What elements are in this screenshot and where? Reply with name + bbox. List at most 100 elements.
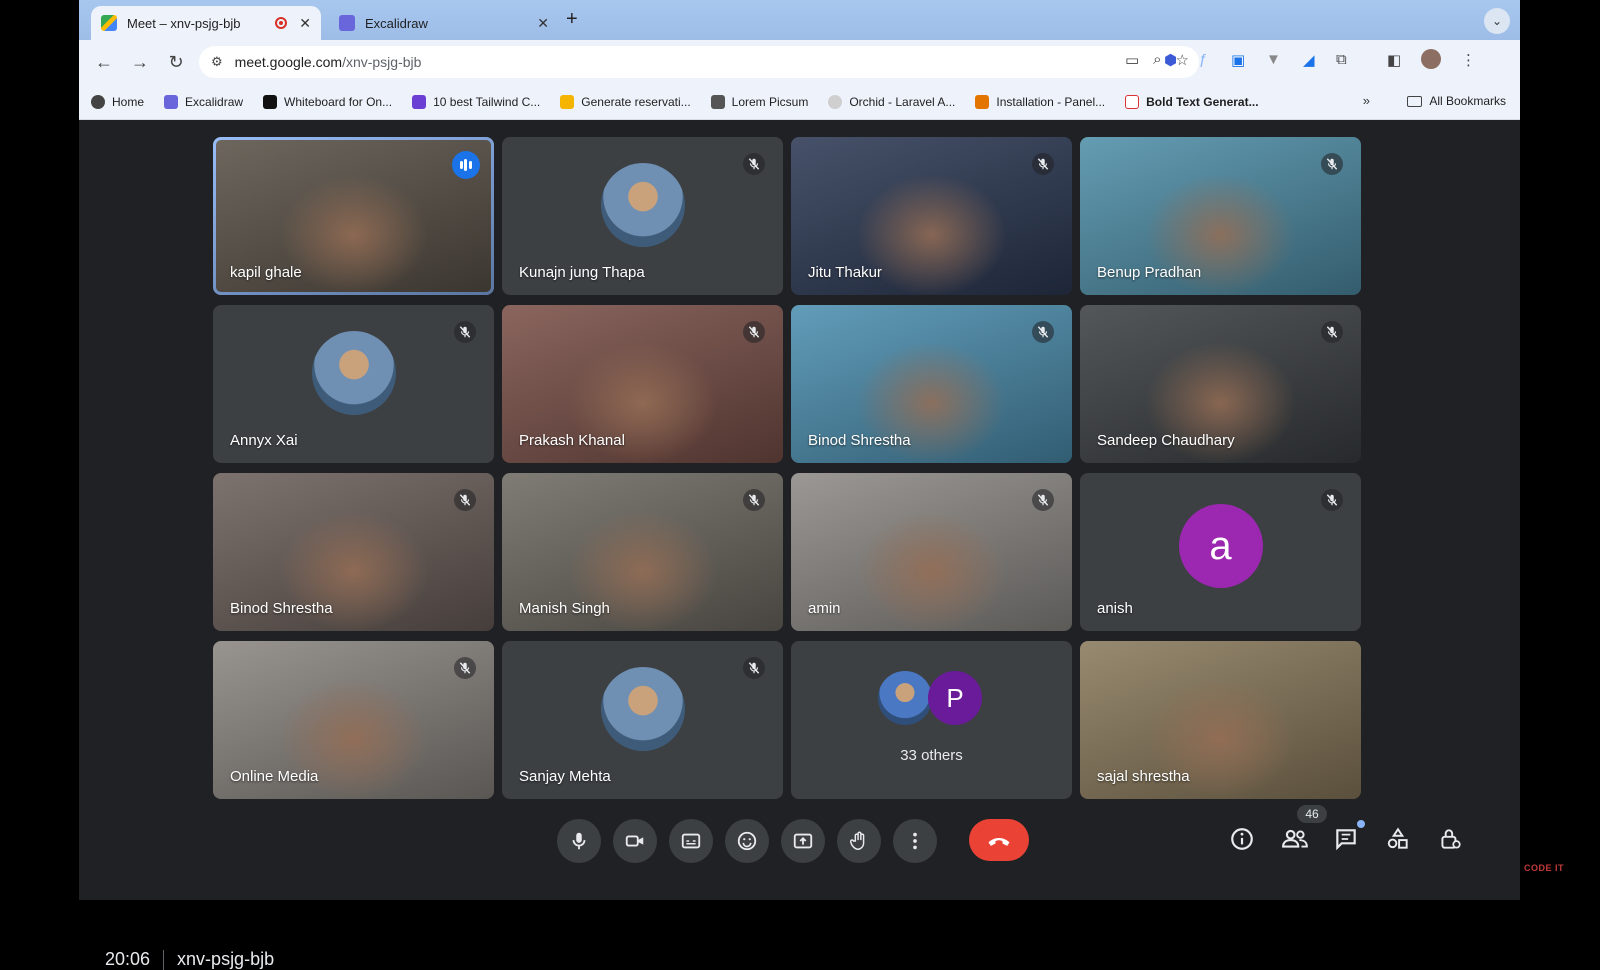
tab-title: Meet – xnv-psjg-bjb — [127, 15, 241, 31]
hang-up-icon — [988, 837, 1010, 846]
participant-tile[interactable]: Sandeep Chaudhary — [1080, 305, 1361, 463]
bookmark-item[interactable]: Generate reservati... — [560, 94, 691, 109]
new-tab-button[interactable]: + — [566, 8, 578, 31]
host-controls-button[interactable] — [1437, 826, 1465, 854]
meeting-code: xnv-psjg-bjb — [177, 949, 275, 969]
zoom-icon[interactable]: ⌕ — [1153, 51, 1161, 69]
present-button[interactable] — [781, 819, 825, 863]
muted-mic-icon — [1321, 153, 1343, 175]
participant-tile[interactable]: Sanjay Mehta — [502, 641, 783, 799]
shapes-icon — [1387, 827, 1408, 849]
participant-tile[interactable]: kapil ghale — [213, 137, 494, 295]
participant-tile[interactable]: Binod Shrestha — [791, 305, 1072, 463]
close-tab-icon[interactable]: ✕ — [537, 15, 549, 32]
muted-mic-icon — [454, 489, 476, 511]
more-bookmarks-icon[interactable]: » — [1363, 93, 1370, 108]
chat-button[interactable] — [1333, 826, 1361, 854]
raise-hand-button[interactable] — [837, 819, 881, 863]
participant-tile[interactable]: P 33 others — [791, 641, 1072, 799]
address-bar[interactable]: ⚙ meet.google.com/xnv-psjg-bjb ▭ ⌕ ☆ — [199, 46, 1199, 78]
participant-name: Sanjay Mehta — [519, 768, 611, 785]
bookmark-item[interactable]: 10 best Tailwind C... — [412, 94, 540, 109]
emoji-icon — [737, 831, 757, 851]
extension-icon[interactable]: ▼ — [1266, 51, 1281, 68]
tab-search-button[interactable]: ⌄ — [1484, 8, 1510, 34]
bookmark-icon — [91, 94, 105, 109]
participant-tile[interactable]: Prakash Khanal — [502, 305, 783, 463]
extension-icon[interactable]: ⬢ — [1164, 51, 1177, 69]
bookmarks-bar: Home Excalidraw Whiteboard for On... 10 … — [79, 84, 1520, 120]
participant-tile[interactable]: Kunajn jung Thapa — [502, 137, 783, 295]
bookmark-star-icon[interactable]: ☆ — [1176, 51, 1189, 69]
recording-icon — [275, 17, 288, 29]
extensions-puzzle-icon[interactable]: ⧉ — [1336, 51, 1347, 68]
all-bookmarks-button[interactable]: All Bookmarks — [1407, 94, 1506, 108]
participant-tile[interactable]: Benup Pradhan — [1080, 137, 1361, 295]
close-tab-icon[interactable]: ✕ — [299, 15, 311, 32]
bookmark-item[interactable]: Orchid - Laravel A... — [828, 94, 955, 109]
tab-meet[interactable]: Meet – xnv-psjg-bjb ✕ — [91, 6, 321, 40]
participant-tile[interactable]: Jitu Thakur — [791, 137, 1072, 295]
meet-stage: kapil ghale Kunajn jung Thapa Jitu Thakur B… — [79, 120, 1520, 970]
bookmark-icon — [560, 94, 575, 109]
extension-icon[interactable]: ▣ — [1231, 51, 1245, 69]
participant-tile[interactable]: Annyx Xai — [213, 305, 494, 463]
muted-mic-icon — [454, 321, 476, 343]
people-icon — [1282, 829, 1308, 848]
participant-tile[interactable]: Binod Shrestha — [213, 473, 494, 631]
tab-strip: Meet – xnv-psjg-bjb ✕ Excalidraw ✕ + ⌄ — [79, 0, 1520, 40]
bookmark-item[interactable]: Excalidraw — [164, 94, 243, 109]
profile-avatar[interactable] — [1421, 49, 1441, 69]
chat-icon — [1336, 829, 1356, 851]
reload-icon[interactable]: ↻ — [159, 52, 193, 73]
bookmark-item[interactable]: Whiteboard for On... — [263, 94, 392, 109]
participant-tile[interactable]: a anish — [1080, 473, 1361, 631]
tab-excalidraw[interactable]: Excalidraw ✕ — [329, 6, 559, 40]
back-icon[interactable]: ← — [87, 52, 121, 73]
microphone-button[interactable] — [557, 819, 601, 863]
captions-button[interactable] — [669, 819, 713, 863]
participant-tile[interactable]: Online Media — [213, 641, 494, 799]
site-info-icon[interactable]: ⚙ — [211, 54, 223, 70]
hand-icon — [850, 831, 865, 850]
camera-button[interactable] — [613, 819, 657, 863]
activities-button[interactable] — [1385, 826, 1413, 854]
participant-tile[interactable]: sajal shrestha — [1080, 641, 1361, 799]
muted-mic-icon — [1321, 489, 1343, 511]
leave-call-button[interactable] — [969, 819, 1029, 861]
participant-tile[interactable]: amin — [791, 473, 1072, 631]
info-icon — [1231, 828, 1253, 850]
participant-tile[interactable]: Manish Singh — [502, 473, 783, 631]
extension-icon[interactable]: ƒ — [1199, 51, 1207, 68]
others-count-label: 33 others — [900, 747, 963, 764]
meeting-details-button[interactable] — [1229, 826, 1257, 854]
forward-icon[interactable]: → — [123, 52, 157, 73]
speaking-indicator-icon — [452, 151, 480, 179]
participant-name: sajal shrestha — [1097, 768, 1190, 785]
participant-name: Kunajn jung Thapa — [519, 264, 645, 281]
extension-icon[interactable]: ◢ — [1303, 51, 1315, 69]
participant-name: amin — [808, 600, 841, 617]
bookmark-item[interactable]: Home — [91, 94, 144, 109]
bookmark-icon — [710, 94, 725, 109]
folder-icon — [1407, 95, 1423, 107]
participant-name: Online Media — [230, 768, 319, 785]
bookmark-item[interactable]: Bold Text Generat... — [1125, 94, 1259, 109]
camera-icon[interactable]: ▭ — [1125, 51, 1139, 69]
channel-watermark: CODE IT — [1524, 863, 1565, 873]
participant-initial-avatar: a — [1178, 504, 1263, 588]
more-vert-icon — [913, 832, 917, 850]
side-panel-icon[interactable]: ◧ — [1387, 51, 1401, 69]
participant-name: Annyx Xai — [230, 432, 298, 449]
meeting-info: 20:06 xnv-psjg-bjb — [105, 949, 274, 970]
more-options-button[interactable] — [893, 819, 937, 863]
participant-name: Manish Singh — [519, 600, 610, 617]
bookmark-item[interactable]: Installation - Panel... — [975, 94, 1105, 109]
browser-menu-icon[interactable]: ⋮ — [1461, 51, 1476, 69]
participant-avatar — [600, 163, 685, 247]
people-button[interactable] — [1281, 826, 1309, 854]
bookmark-icon — [164, 94, 179, 109]
bookmark-item[interactable]: Lorem Picsum — [710, 94, 808, 109]
bookmark-icon — [828, 94, 843, 109]
reactions-button[interactable] — [725, 819, 769, 863]
